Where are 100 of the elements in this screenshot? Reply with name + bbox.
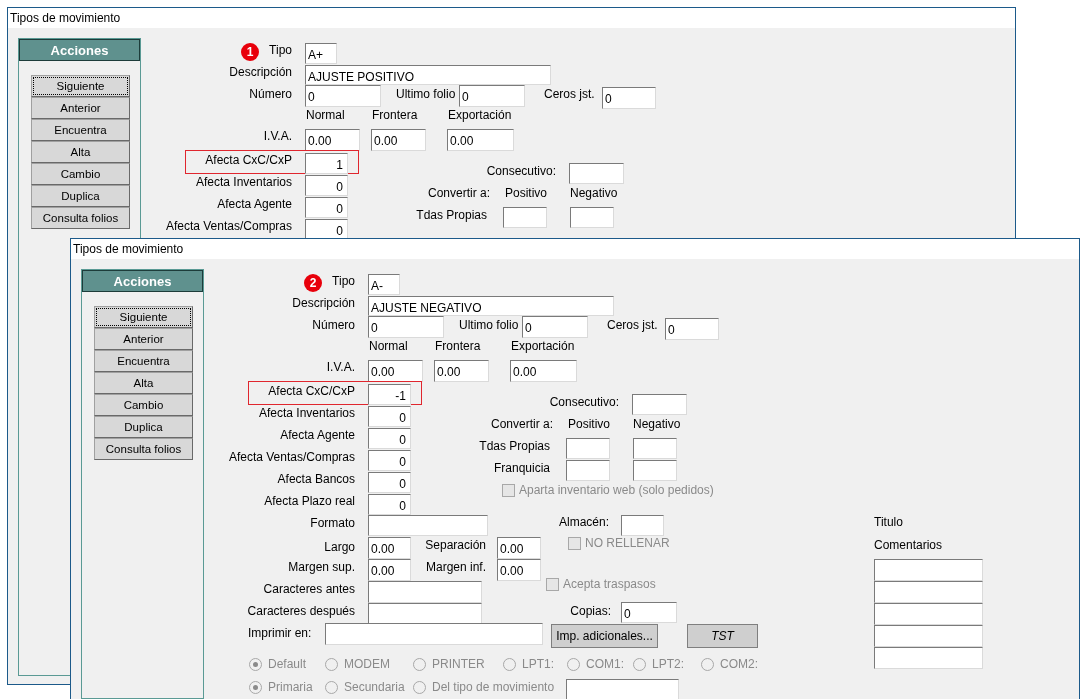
window-title: Tipos de movimiento — [71, 239, 1079, 259]
text-field[interactable]: 0 — [602, 87, 656, 109]
text-field[interactable]: AJUSTE POSITIVO — [305, 65, 551, 85]
text-field[interactable] — [566, 679, 679, 699]
text-field[interactable] — [632, 394, 687, 415]
text-field[interactable]: 0 — [368, 406, 411, 427]
radio-label: Default — [268, 657, 307, 671]
field-label: Descripción — [292, 296, 355, 310]
text-field[interactable] — [566, 460, 610, 481]
text-field[interactable]: 0 — [305, 175, 348, 196]
field-label: Ultimo folio — [396, 87, 456, 101]
column-header: Negativo — [570, 186, 618, 200]
field-label: Afecta Inventarios — [195, 175, 292, 189]
checkbox-label: Aparta inventario web (solo pedidos) — [519, 483, 714, 497]
field-label: Tdas Propias — [479, 439, 550, 453]
column-header: Negativo — [633, 417, 681, 431]
panel-header: Acciones — [82, 270, 203, 292]
field-label: Afecta Ventas/Compras — [165, 219, 292, 233]
push-button[interactable]: TST — [687, 624, 758, 648]
action-button[interactable]: Anterior — [94, 328, 193, 350]
step-badge: 2 — [304, 274, 322, 292]
comment-field[interactable] — [874, 581, 983, 603]
field-label: I.V.A. — [263, 129, 292, 143]
comment-field[interactable] — [874, 603, 983, 625]
text-field[interactable]: 0 — [368, 316, 444, 338]
text-field[interactable]: AJUSTE NEGATIVO — [368, 296, 614, 316]
action-button[interactable]: Alta — [94, 372, 193, 394]
field-label: Titulo — [874, 515, 903, 529]
text-field[interactable]: 0 — [621, 602, 677, 623]
text-field[interactable] — [325, 623, 543, 645]
action-button[interactable]: Consulta folios — [94, 438, 193, 460]
text-field[interactable]: A+ — [305, 43, 337, 64]
action-button[interactable]: Duplica — [94, 416, 193, 438]
action-button[interactable]: Encuentra — [31, 119, 130, 141]
text-field[interactable] — [368, 581, 482, 603]
radio-label: Primaria — [268, 680, 313, 694]
text-field[interactable]: 0 — [459, 85, 525, 107]
text-field[interactable]: 0 — [305, 219, 348, 240]
text-field[interactable]: 0.00 — [497, 559, 541, 581]
checkbox-label: Acepta traspasos — [563, 577, 656, 591]
field-label: Margen sup. — [288, 560, 355, 574]
text-field[interactable] — [368, 515, 488, 536]
text-field[interactable]: 0.00 — [447, 129, 514, 151]
text-field[interactable]: 0.00 — [371, 129, 426, 151]
text-field[interactable] — [503, 207, 547, 228]
text-field[interactable] — [566, 438, 610, 459]
field-label: Consecutivo: — [549, 395, 619, 409]
comment-field[interactable] — [874, 559, 983, 581]
action-button[interactable]: Cambio — [31, 163, 130, 185]
text-field[interactable] — [569, 163, 624, 184]
action-button[interactable]: Siguiente — [31, 75, 130, 97]
text-field[interactable]: -1 — [368, 384, 411, 405]
action-button[interactable]: Duplica — [31, 185, 130, 207]
text-field[interactable] — [368, 603, 482, 625]
field-label: Caracteres después — [247, 604, 355, 618]
action-button[interactable]: Alta — [31, 141, 130, 163]
text-field[interactable]: 0.00 — [368, 559, 411, 581]
text-field[interactable]: 1 — [305, 153, 348, 174]
text-field[interactable] — [621, 515, 664, 536]
radio-label: COM2: — [720, 657, 758, 671]
text-field[interactable]: 0 — [305, 85, 381, 107]
text-field[interactable] — [633, 438, 677, 459]
text-field[interactable]: 0 — [305, 197, 348, 218]
text-field[interactable]: 0.00 — [368, 537, 411, 559]
field-label: Afecta Inventarios — [258, 406, 355, 420]
field-label: Separación — [425, 538, 486, 552]
action-button[interactable]: Consulta folios — [31, 207, 130, 229]
text-field[interactable]: 0 — [368, 450, 411, 471]
column-header: Normal — [369, 339, 408, 353]
action-button[interactable]: Encuentra — [94, 350, 193, 372]
field-label: Largo — [324, 540, 355, 554]
comment-field[interactable] — [874, 647, 983, 669]
text-field[interactable]: A- — [368, 274, 400, 295]
radio-label: MODEM — [344, 657, 390, 671]
text-field[interactable]: 0 — [665, 318, 719, 340]
action-button[interactable]: Cambio — [94, 394, 193, 416]
field-label: Número — [312, 318, 355, 332]
text-field[interactable]: 0.00 — [368, 360, 423, 382]
field-label: Tipo — [332, 274, 355, 288]
field-label: Descripción — [229, 65, 292, 79]
field-label: Imprimir en: — [248, 626, 312, 640]
window-title: Tipos de movimiento — [8, 8, 1015, 28]
field-label: Convertir a: — [490, 417, 553, 431]
text-field[interactable]: 0 — [522, 316, 588, 338]
field-label: Afecta Ventas/Compras — [228, 450, 355, 464]
action-button[interactable]: Anterior — [31, 97, 130, 119]
comment-field[interactable] — [874, 625, 983, 647]
text-field[interactable]: 0.00 — [305, 129, 360, 151]
text-field[interactable] — [633, 460, 677, 481]
text-field[interactable]: 0.00 — [510, 360, 577, 382]
text-field[interactable]: 0 — [368, 472, 411, 493]
text-field[interactable]: 0.00 — [434, 360, 489, 382]
field-label: Afecta Bancos — [277, 472, 355, 486]
text-field[interactable]: 0.00 — [497, 537, 541, 559]
push-button[interactable]: Imp. adicionales... — [551, 624, 658, 648]
text-field[interactable]: 0 — [368, 428, 411, 449]
text-field[interactable] — [570, 207, 614, 228]
action-button[interactable]: Siguiente — [94, 306, 193, 328]
text-field[interactable]: 0 — [368, 494, 411, 515]
column-header: Frontera — [435, 339, 481, 353]
